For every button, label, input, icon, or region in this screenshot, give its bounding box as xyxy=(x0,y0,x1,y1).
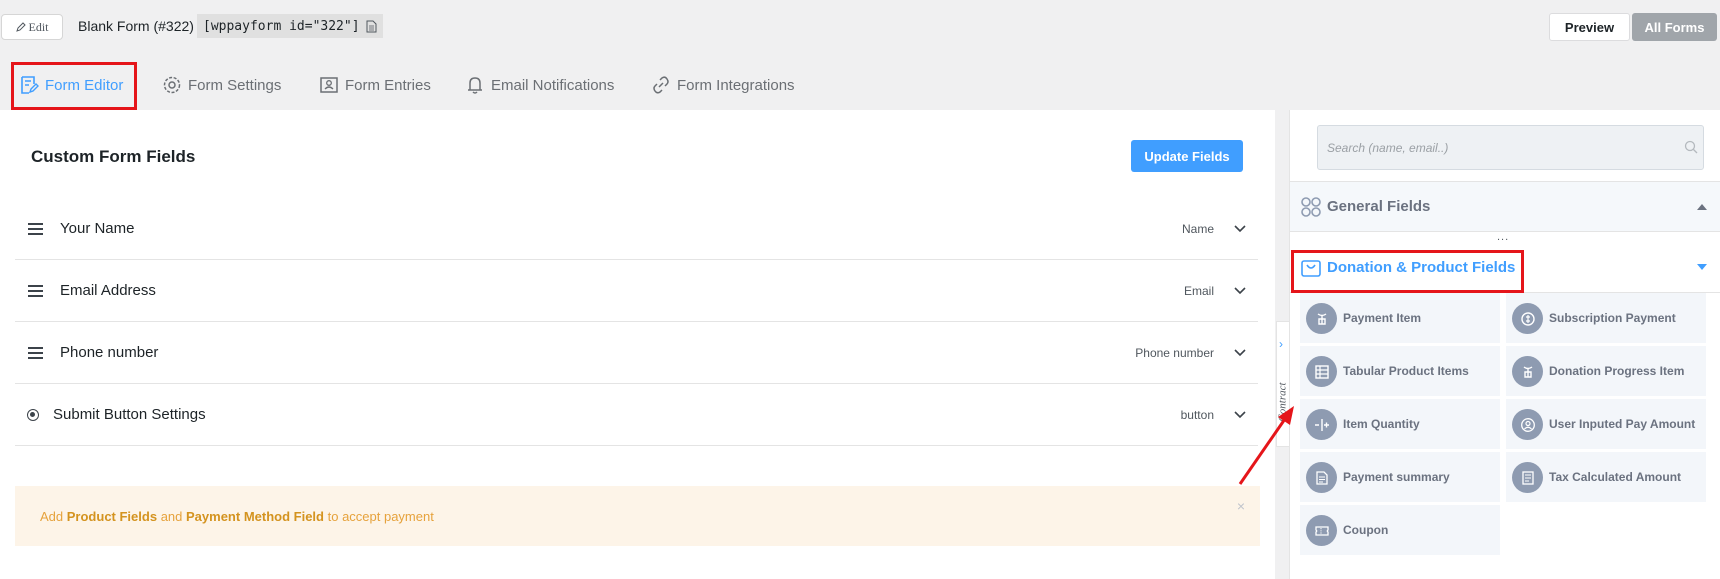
tax-icon xyxy=(1512,462,1543,493)
field-label: Submit Button Settings xyxy=(53,406,206,423)
close-icon[interactable]: × xyxy=(1237,498,1245,514)
field-item-label: Coupon xyxy=(1343,523,1389,537)
editor-tabs: Form Editor Form Settings Form Entries E… xyxy=(0,60,1275,110)
field-item-label: Donation Progress Item xyxy=(1549,364,1685,378)
drag-handle-icon[interactable] xyxy=(28,285,43,297)
drag-handle-icon[interactable] xyxy=(28,223,43,235)
chevron-down-icon[interactable] xyxy=(1234,223,1246,235)
preview-button[interactable]: Preview xyxy=(1549,13,1630,41)
field-label: Email Address xyxy=(60,282,156,299)
entries-icon xyxy=(320,77,338,93)
pencil-icon xyxy=(15,22,26,32)
field-type: Phone number xyxy=(1135,345,1214,360)
field-item-payment-item[interactable]: Payment Item xyxy=(1300,293,1500,343)
field-item-tabular-product-items[interactable]: Tabular Product Items xyxy=(1300,346,1500,396)
notice-payment-method: Payment Method Field xyxy=(186,508,324,524)
search-icon xyxy=(1684,140,1698,154)
copy-icon[interactable] xyxy=(366,20,377,33)
field-item-coupon[interactable]: Coupon xyxy=(1300,505,1500,555)
search-area xyxy=(1290,110,1720,182)
notice-text-post: to accept payment xyxy=(327,508,434,524)
field-item-label: Payment summary xyxy=(1343,470,1450,484)
field-item-donation-progress-item[interactable]: Donation Progress Item xyxy=(1506,346,1706,396)
summary-icon xyxy=(1306,462,1337,493)
field-row-phone-number[interactable]: Phone number Phone number xyxy=(15,322,1258,384)
annotation-arrow xyxy=(1238,406,1294,485)
shortcode[interactable]: [wppayform id="322"] xyxy=(197,14,383,38)
drag-handle-icon[interactable] xyxy=(28,347,43,359)
payment-notice: Add Product Fields and Payment Method Fi… xyxy=(15,486,1260,546)
chevron-right-icon: › xyxy=(1279,337,1283,351)
top-bar: Edit Blank Form (#322) [wppayform id="32… xyxy=(0,0,1720,52)
caret-down-icon xyxy=(1697,264,1707,270)
field-item-user-inputed-pay-amount[interactable]: User Inputed Pay Amount xyxy=(1506,399,1706,449)
quantity-icon xyxy=(1306,409,1337,440)
field-row-submit-button[interactable]: Submit Button Settings button xyxy=(15,384,1258,446)
tab-email-notifications[interactable]: Email Notifications xyxy=(465,60,614,110)
field-type: Email xyxy=(1183,283,1214,298)
field-item-label: Tax Calculated Amount xyxy=(1549,470,1682,484)
edit-label: Edit xyxy=(28,19,49,34)
search-input[interactable] xyxy=(1317,125,1704,170)
donation-icon xyxy=(1512,356,1543,387)
tab-label: Form Integrations xyxy=(677,76,795,94)
tab-form-entries[interactable]: Form Entries xyxy=(319,60,431,110)
field-item-label: Payment Item xyxy=(1343,311,1422,325)
general-fields-title: General Fields xyxy=(1327,198,1431,215)
editor-panel: Custom Form Fields Update Fields Your Na… xyxy=(0,110,1275,579)
table-icon xyxy=(1306,356,1337,387)
bell-icon xyxy=(468,77,482,94)
notice-text-pre: Add xyxy=(40,508,64,524)
all-forms-button[interactable]: All Forms xyxy=(1632,13,1717,41)
update-fields-button[interactable]: Update Fields xyxy=(1131,140,1243,172)
donation-highlight-box xyxy=(1291,250,1524,293)
user-amount-icon xyxy=(1512,409,1543,440)
field-item-label: Subscription Payment xyxy=(1549,311,1676,325)
field-label: Your Name xyxy=(60,220,135,237)
shortcode-text: [wppayform id="322"] xyxy=(203,18,360,34)
form-editor-highlight-box xyxy=(11,62,137,110)
field-item-payment-summary[interactable]: Payment summary xyxy=(1300,452,1500,502)
field-item-label: User Inputed Pay Amount xyxy=(1549,417,1696,431)
field-type: Name xyxy=(1181,221,1214,236)
donation-items-grid: Payment Item Subscription Payment Tabula… xyxy=(1290,293,1720,579)
edit-button[interactable]: Edit xyxy=(1,14,63,40)
coupon-icon xyxy=(1306,515,1337,546)
tab-label: Form Entries xyxy=(345,76,431,94)
general-fields-header[interactable]: General Fields xyxy=(1290,182,1720,232)
payment-item-icon xyxy=(1306,303,1337,334)
tab-form-integrations[interactable]: Form Integrations xyxy=(651,60,795,110)
radio-icon xyxy=(27,409,39,421)
field-item-item-quantity[interactable]: Item Quantity xyxy=(1300,399,1500,449)
field-label: Phone number xyxy=(60,344,159,361)
tab-form-settings[interactable]: Form Settings xyxy=(162,60,281,110)
field-row-your-name[interactable]: Your Name Name xyxy=(15,198,1258,260)
field-item-tax-calculated-amount[interactable]: Tax Calculated Amount xyxy=(1506,452,1706,502)
caret-up-icon xyxy=(1697,203,1707,210)
link-icon xyxy=(653,76,669,94)
fields-sidebar: General Fields ... Donation & Product Fi… xyxy=(1289,110,1720,579)
notice-text-mid: and xyxy=(160,508,183,524)
field-row-email-address[interactable]: Email Address Email xyxy=(15,260,1258,322)
field-type: button xyxy=(1180,407,1214,422)
tab-label: Form Settings xyxy=(188,76,282,94)
tab-label: Email Notifications xyxy=(491,76,615,94)
chevron-down-icon[interactable] xyxy=(1234,347,1246,359)
form-title: Blank Form (#322) xyxy=(78,18,194,34)
field-item-subscription-payment[interactable]: Subscription Payment xyxy=(1506,293,1706,343)
subscription-icon xyxy=(1512,303,1543,334)
field-item-label: Item Quantity xyxy=(1343,417,1420,431)
field-item-label: Tabular Product Items xyxy=(1343,364,1469,378)
general-fields-icon xyxy=(1301,196,1321,217)
page-title: Custom Form Fields xyxy=(31,147,196,166)
gear-icon xyxy=(163,76,181,94)
chevron-down-icon[interactable] xyxy=(1234,285,1246,297)
notice-product-fields: Product Fields xyxy=(66,508,158,524)
